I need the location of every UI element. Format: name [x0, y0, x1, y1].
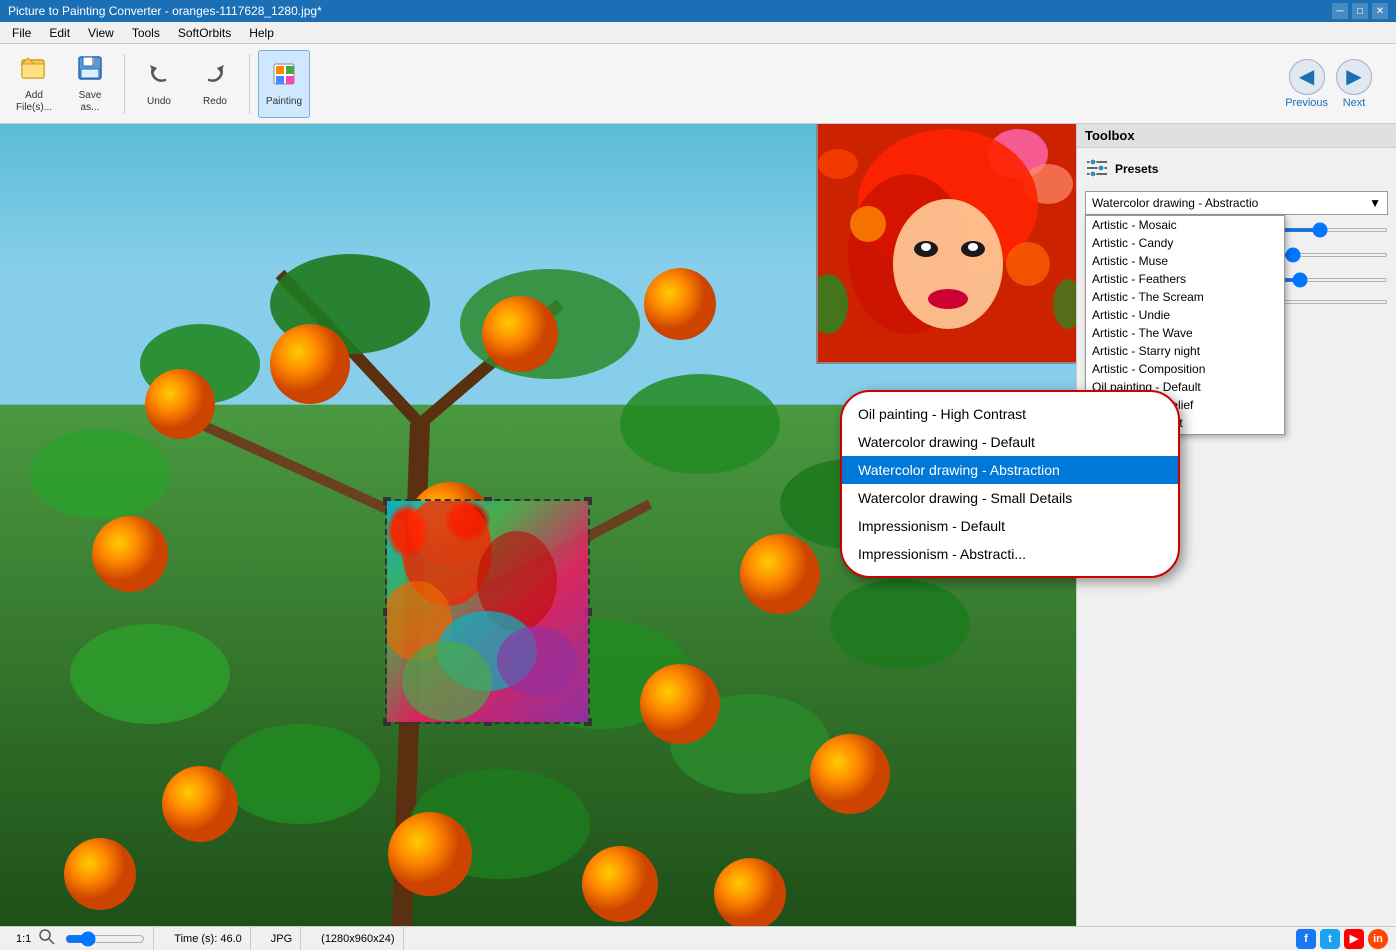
preset-selected-value: Watercolor drawing - Abstractio [1092, 196, 1258, 210]
undo-label: Undo [147, 96, 171, 107]
undo-button[interactable]: Undo [133, 50, 185, 118]
painting-preview-box [816, 124, 1076, 364]
undo-icon [145, 60, 173, 94]
previous-button[interactable]: ◀ Previous [1285, 59, 1328, 109]
toolbar-separator-2 [249, 54, 250, 114]
preset-dropdown-button[interactable]: Watercolor drawing - Abstractio ▼ [1085, 191, 1388, 215]
dimensions-section: (1280x960x24) [313, 927, 403, 950]
redo-icon [201, 60, 229, 94]
dimensions-label: (1280x960x24) [321, 933, 394, 945]
twitter-icon[interactable]: t [1320, 929, 1340, 949]
add-files-label: AddFile(s)... [16, 90, 52, 114]
big-dropdown-popup[interactable]: Oil painting - High Contrast Watercolor … [840, 390, 1180, 578]
menu-tools[interactable]: Tools [124, 24, 168, 42]
preset-option[interactable]: Artistic - Candy [1086, 234, 1284, 252]
zoom-control: 1:1 [16, 929, 145, 948]
menu-file[interactable]: File [4, 24, 39, 42]
big-dropdown-item-0[interactable]: Oil painting - High Contrast [842, 400, 1178, 428]
presets-settings-icon[interactable] [1085, 156, 1109, 183]
nav-area: ◀ Previous ▶ Next [1285, 59, 1388, 109]
big-dropdown-item-5[interactable]: Impressionism - Abstracti... [842, 540, 1178, 568]
zoom-section: 1:1 [8, 927, 154, 950]
next-button[interactable]: ▶ Next [1336, 59, 1372, 109]
youtube-icon[interactable]: ▶ [1344, 929, 1364, 949]
painting-label: Painting [266, 96, 302, 107]
big-dropdown-item-4[interactable]: Impressionism - Default [842, 512, 1178, 540]
painting-icon [270, 60, 298, 94]
window-controls[interactable]: ─ □ ✕ [1332, 3, 1388, 19]
presets-label: Presets [1115, 162, 1158, 176]
next-arrow-icon: ▶ [1336, 59, 1372, 95]
preset-option[interactable]: Artistic - Composition [1086, 360, 1284, 378]
toolbox-title: Toolbox [1077, 124, 1396, 148]
presets-header: Presets [1085, 156, 1388, 183]
save-as-button[interactable]: Saveas... [64, 50, 116, 118]
dropdown-arrow-icon: ▼ [1369, 196, 1381, 210]
preset-option[interactable]: Artistic - Starry night [1086, 342, 1284, 360]
status-bar: 1:1 Time (s): 46.0 JPG (1280x960x24) f t… [0, 926, 1396, 950]
add-files-icon [20, 54, 48, 88]
time-section: Time (s): 46.0 [166, 927, 250, 950]
minimize-btn[interactable]: ─ [1332, 3, 1348, 19]
close-btn[interactable]: ✕ [1372, 3, 1388, 19]
save-as-label: Saveas... [79, 90, 102, 114]
painting-button[interactable]: Painting [258, 50, 310, 118]
toolbar: AddFile(s)... Saveas... Undo [0, 44, 1396, 124]
big-dropdown-item-1[interactable]: Watercolor drawing - Default [842, 428, 1178, 456]
toolbox-content: Presets Watercolor drawing - Abstractio … [1077, 148, 1396, 339]
redo-button[interactable]: Redo [189, 50, 241, 118]
next-label: Next [1343, 97, 1366, 109]
format-label: JPG [271, 933, 292, 945]
painting-preview-image [818, 124, 1076, 362]
preset-option[interactable]: Artistic - Muse [1086, 252, 1284, 270]
previous-arrow-icon: ◀ [1289, 59, 1325, 95]
maximize-btn[interactable]: □ [1352, 3, 1368, 19]
menu-softorbits[interactable]: SoftOrbits [170, 24, 239, 42]
preset-option[interactable]: Artistic - The Wave [1086, 324, 1284, 342]
preset-option[interactable]: Artistic - Undie [1086, 306, 1284, 324]
preset-option[interactable]: Artistic - Feathers [1086, 270, 1284, 288]
big-dropdown-item-3[interactable]: Watercolor drawing - Small Details [842, 484, 1178, 512]
menu-edit[interactable]: Edit [41, 24, 78, 42]
preset-option[interactable]: Artistic - Mosaic [1086, 216, 1284, 234]
add-files-button[interactable]: AddFile(s)... [8, 50, 60, 118]
menu-bar: File Edit View Tools SoftOrbits Help [0, 22, 1396, 44]
social-icons-area: f t ▶ in [1296, 929, 1388, 949]
time-label: Time (s): 46.0 [174, 933, 241, 945]
preset-option[interactable]: Artistic - The Scream [1086, 288, 1284, 306]
menu-help[interactable]: Help [241, 24, 282, 42]
zoom-value: 1:1 [16, 933, 31, 945]
window-title: Picture to Painting Converter - oranges-… [8, 4, 322, 18]
previous-label: Previous [1285, 97, 1328, 109]
zoom-slider[interactable] [65, 931, 145, 947]
main-area: Toolbox Presets [0, 124, 1396, 926]
facebook-icon[interactable]: f [1296, 929, 1316, 949]
toolbar-separator-1 [124, 54, 125, 114]
zoom-indicator-icon [39, 929, 55, 948]
menu-view[interactable]: View [80, 24, 122, 42]
title-bar: Picture to Painting Converter - oranges-… [0, 0, 1396, 22]
redo-label: Redo [203, 96, 227, 107]
format-section: JPG [263, 927, 301, 950]
reddit-icon[interactable]: in [1368, 929, 1388, 949]
save-icon [76, 54, 104, 88]
big-dropdown-item-selected[interactable]: Watercolor drawing - Abstraction [842, 456, 1178, 484]
preset-dropdown-wrapper: Watercolor drawing - Abstractio ▼ Artist… [1085, 191, 1388, 215]
